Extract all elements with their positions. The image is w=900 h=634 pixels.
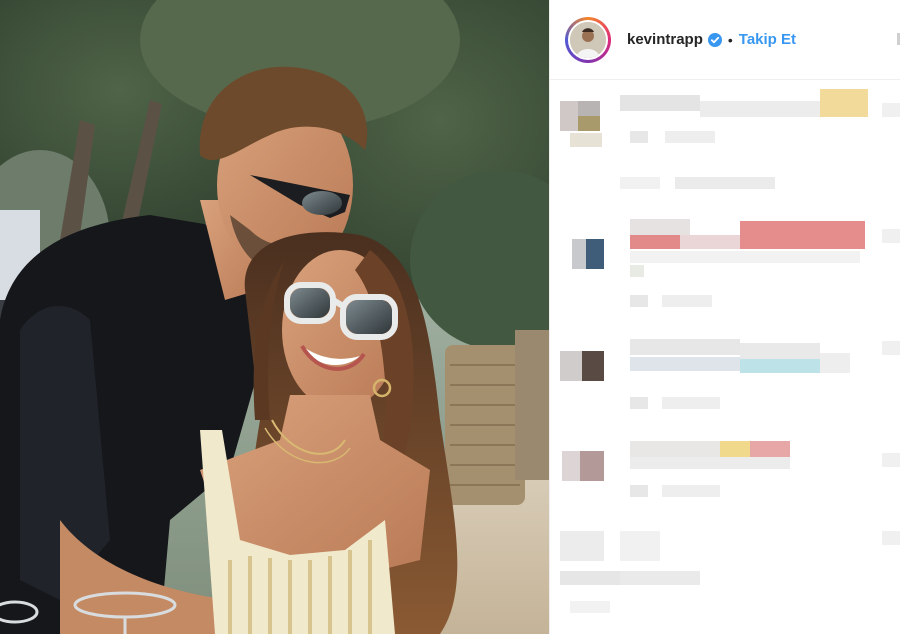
- separator-dot: •: [727, 31, 733, 48]
- pixelated-comments: [550, 81, 900, 634]
- couple-photo-illustration: [0, 0, 549, 634]
- avatar-illustration: [570, 21, 606, 58]
- post-photo[interactable]: [0, 0, 549, 634]
- avatar[interactable]: [568, 19, 608, 60]
- username[interactable]: kevintrapp: [627, 31, 703, 48]
- post-header: kevintrapp • Takip Et: [550, 0, 900, 80]
- instagram-post: kevintrapp • Takip Et: [0, 0, 900, 634]
- post-side-panel: kevintrapp • Takip Et: [549, 0, 900, 634]
- follow-button[interactable]: Takip Et: [739, 31, 796, 48]
- verified-badge-icon: [707, 32, 722, 47]
- story-ring[interactable]: [565, 16, 611, 63]
